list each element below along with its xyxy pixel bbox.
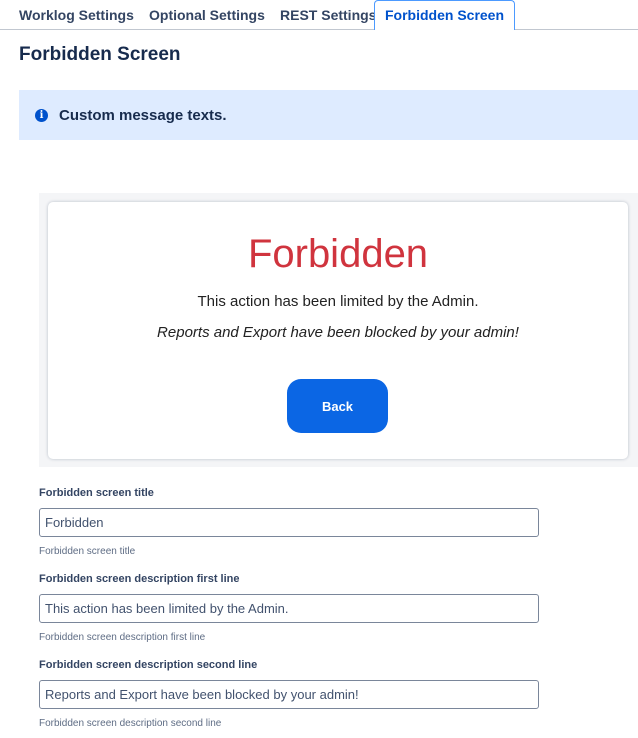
second-line-field-input[interactable] bbox=[39, 680, 539, 709]
title-field-label: Forbidden screen title bbox=[39, 487, 154, 499]
tab-optional-settings[interactable]: Optional Settings bbox=[149, 0, 265, 30]
second-line-field-label: Forbidden screen description second line bbox=[39, 659, 258, 671]
tab-worklog-settings[interactable]: Worklog Settings bbox=[19, 0, 134, 30]
first-line-field-help: Forbidden screen description first line bbox=[39, 632, 206, 643]
tab-rest-settings[interactable]: REST Settings bbox=[280, 0, 376, 30]
second-line-field-help: Forbidden screen description second line bbox=[39, 718, 222, 729]
forbidden-preview-line2: Reports and Export have been blocked by … bbox=[157, 324, 519, 341]
info-banner: i Custom message texts. bbox=[19, 90, 638, 140]
forbidden-preview-card: Forbidden This action has been limited b… bbox=[48, 202, 628, 459]
forbidden-preview-frame: Forbidden This action has been limited b… bbox=[39, 193, 638, 467]
page-title: Forbidden Screen bbox=[19, 44, 181, 65]
forbidden-preview-title: Forbidden bbox=[247, 232, 429, 276]
title-field-help: Forbidden screen title bbox=[39, 546, 136, 557]
first-line-field-label: Forbidden screen description first line bbox=[39, 573, 240, 585]
back-button[interactable]: Back bbox=[287, 379, 388, 433]
forbidden-preview-line1: This action has been limited by the Admi… bbox=[197, 293, 479, 310]
first-line-field-input[interactable] bbox=[39, 594, 539, 623]
info-icon: i bbox=[35, 108, 48, 122]
info-banner-text: Custom message texts. bbox=[59, 106, 227, 124]
tab-forbidden-screen[interactable]: Forbidden Screen bbox=[374, 0, 516, 30]
settings-tabs: Worklog Settings Optional Settings REST … bbox=[0, 0, 638, 30]
title-field-input[interactable] bbox=[39, 508, 539, 537]
